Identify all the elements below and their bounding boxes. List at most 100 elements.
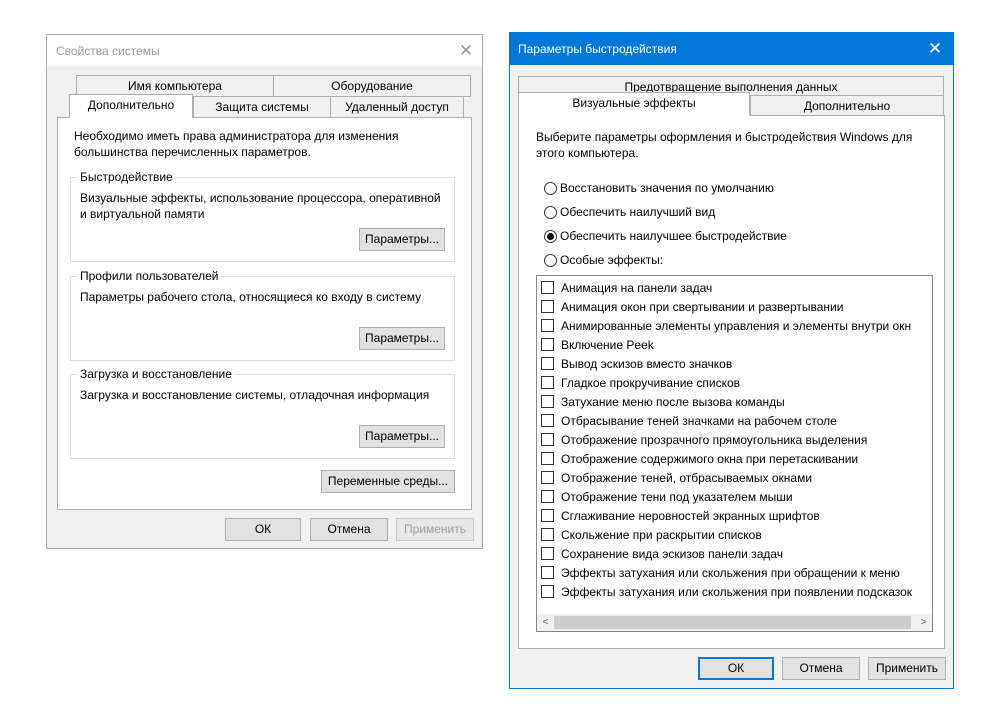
effect-label: Отображение прозрачного прямоугольника в… xyxy=(561,432,868,447)
effect-label: Анимация окон при свертывании и разверты… xyxy=(561,299,844,314)
effect-item[interactable]: Отбрасывание теней значками на рабочем с… xyxy=(541,411,837,430)
startup-recovery-description: Загрузка и восстановление системы, отлад… xyxy=(80,388,430,402)
scrollbar-thumb[interactable] xyxy=(554,616,911,629)
checkbox[interactable] xyxy=(541,300,554,313)
close-icon[interactable]: ✕ xyxy=(455,40,477,62)
close-icon[interactable]: ✕ xyxy=(924,38,946,60)
environment-variables-button[interactable]: Переменные среды... xyxy=(321,470,455,493)
effect-item[interactable]: Вывод эскизов вместо значков xyxy=(541,354,732,373)
apply-button[interactable]: Применить xyxy=(396,518,474,541)
effect-label: Анимированные элементы управления и элем… xyxy=(561,318,912,333)
radio-best-appearance[interactable]: Обеспечить наилучший вид xyxy=(544,203,715,221)
effect-item[interactable]: Эффекты затухания или скольжения при обр… xyxy=(541,563,900,582)
checkbox[interactable] xyxy=(541,433,554,446)
radio-best-performance[interactable]: Обеспечить наилучшее быстродействие xyxy=(544,227,787,245)
checkbox[interactable] xyxy=(541,471,554,484)
performance-group-label: Быстродействие xyxy=(77,170,176,184)
effect-item[interactable]: Скольжение при раскрытии списков xyxy=(541,525,762,544)
effect-label: Анимация на панели задач xyxy=(561,280,713,295)
effect-item[interactable]: Затухание меню после вызова команды xyxy=(541,392,785,411)
tab-system-protection[interactable]: Защита системы xyxy=(193,96,331,118)
startup-recovery-settings-button[interactable]: Параметры... xyxy=(359,425,445,448)
effect-item[interactable]: Гладкое прокручивание списков xyxy=(541,373,740,392)
checkbox[interactable] xyxy=(541,490,554,503)
cancel-button[interactable]: Отмена xyxy=(310,518,388,541)
checkbox[interactable] xyxy=(541,566,554,579)
checkbox[interactable] xyxy=(541,338,554,351)
tab-hardware[interactable]: Оборудование xyxy=(273,75,471,97)
checkbox[interactable] xyxy=(541,509,554,522)
effect-item[interactable]: Отображение прозрачного прямоугольника в… xyxy=(541,430,867,449)
performance-group: Быстродействие Визуальные эффекты, испол… xyxy=(70,170,455,262)
checkbox[interactable] xyxy=(541,395,554,408)
performance-options-window: Параметры быстродействия ✕ Предотвращени… xyxy=(509,32,954,689)
checkbox[interactable] xyxy=(541,319,554,332)
radio-restore-defaults[interactable]: Восстановить значения по умолчанию xyxy=(544,179,774,197)
effect-item[interactable]: Отображение содержимого окна при перетас… xyxy=(541,449,858,468)
checkbox[interactable] xyxy=(541,547,554,560)
effect-item[interactable]: Включение Peek xyxy=(541,335,654,354)
tab-panel-visual-effects: Выберите параметры оформления и быстроде… xyxy=(518,115,945,649)
effect-item[interactable]: Анимированные элементы управления и элем… xyxy=(541,316,911,335)
scroll-right-icon[interactable]: > xyxy=(915,614,932,631)
radio-label: Обеспечить наилучшее быстродействие xyxy=(560,229,787,243)
effect-label: Сглаживание неровностей экранных шрифтов xyxy=(561,508,820,523)
performance-settings-button[interactable]: Параметры... xyxy=(359,228,445,251)
effect-label: Отображение теней, отбрасываемых окнами xyxy=(561,470,813,485)
effects-listbox[interactable]: Анимация на панели задач Анимация окон п… xyxy=(536,275,933,632)
tab-remote-access[interactable]: Удаленный доступ xyxy=(330,96,464,118)
effect-label: Вывод эскизов вместо значков xyxy=(561,356,733,371)
performance-description: Визуальные эффекты, использование процес… xyxy=(80,191,441,221)
system-properties-window: Свойства системы ✕ Имя компьютера Оборуд… xyxy=(46,34,483,549)
effect-item[interactable]: Анимация окон при свертывании и разверты… xyxy=(541,297,843,316)
effect-label: Скольжение при раскрытии списков xyxy=(561,527,762,542)
admin-note: Необходимо иметь права администратора дл… xyxy=(74,129,399,159)
effect-item[interactable]: Отображение тени под указателем мыши xyxy=(541,487,793,506)
effect-item[interactable]: Отображение теней, отбрасываемых окнами xyxy=(541,468,812,487)
user-profiles-description: Параметры рабочего стола, относящиеся ко… xyxy=(80,290,422,304)
effect-label: Отображение содержимого окна при перетас… xyxy=(561,451,859,466)
tab-panel-advanced: Необходимо иметь права администратора дл… xyxy=(57,117,472,510)
window-title: Свойства системы xyxy=(56,44,160,58)
checkbox[interactable] xyxy=(541,452,554,465)
user-profiles-group-label: Профили пользователей xyxy=(77,269,222,283)
effect-item[interactable]: Сохранение вида эскизов панели задач xyxy=(541,544,783,563)
effect-label: Включение Peek xyxy=(561,337,654,352)
effect-item[interactable]: Эффекты затухания или скольжения при поя… xyxy=(541,582,912,601)
ok-button[interactable]: ОК xyxy=(225,518,301,541)
radio-button[interactable] xyxy=(544,205,557,219)
title-bar: Параметры быстродействия ✕ xyxy=(510,33,953,65)
radio-button[interactable] xyxy=(544,253,557,267)
checkbox[interactable] xyxy=(541,528,554,541)
ok-button[interactable]: ОК xyxy=(698,657,774,680)
cancel-button[interactable]: Отмена xyxy=(782,657,860,680)
radio-custom-effects[interactable]: Особые эффекты: xyxy=(544,251,663,269)
scroll-left-icon[interactable]: < xyxy=(537,614,554,631)
effect-item[interactable]: Сглаживание неровностей экранных шрифтов xyxy=(541,506,820,525)
effect-label: Затухание меню после вызова команды xyxy=(561,394,785,409)
tab-advanced[interactable]: Дополнительно xyxy=(750,95,944,117)
checkbox[interactable] xyxy=(541,376,554,389)
startup-recovery-group: Загрузка и восстановление Загрузка и вос… xyxy=(70,367,455,459)
effect-label: Отображение тени под указателем мыши xyxy=(561,489,793,504)
tab-advanced[interactable]: Дополнительно xyxy=(69,94,193,118)
checkbox[interactable] xyxy=(541,585,554,598)
radio-button[interactable] xyxy=(544,181,557,195)
apply-button[interactable]: Применить xyxy=(868,657,946,680)
checkbox[interactable] xyxy=(541,281,554,294)
horizontal-scrollbar[interactable]: < > xyxy=(537,614,932,631)
title-bar: Свойства системы ✕ xyxy=(47,35,482,66)
effect-item[interactable]: Анимация на панели задач xyxy=(541,278,712,297)
radio-label: Обеспечить наилучший вид xyxy=(560,205,716,219)
startup-recovery-group-label: Загрузка и восстановление xyxy=(77,367,235,381)
radio-button[interactable] xyxy=(544,229,557,243)
effect-label: Эффекты затухания или скольжения при поя… xyxy=(561,584,913,599)
user-profiles-group: Профили пользователей Параметры рабочего… xyxy=(70,269,455,361)
user-profiles-settings-button[interactable]: Параметры... xyxy=(359,327,445,350)
checkbox[interactable] xyxy=(541,357,554,370)
checkbox[interactable] xyxy=(541,414,554,427)
effect-label: Сохранение вида эскизов панели задач xyxy=(561,546,784,561)
tab-visual-effects[interactable]: Визуальные эффекты xyxy=(518,92,750,116)
effect-label: Отбрасывание теней значками на рабочем с… xyxy=(561,413,837,428)
radio-label: Восстановить значения по умолчанию xyxy=(560,181,774,195)
